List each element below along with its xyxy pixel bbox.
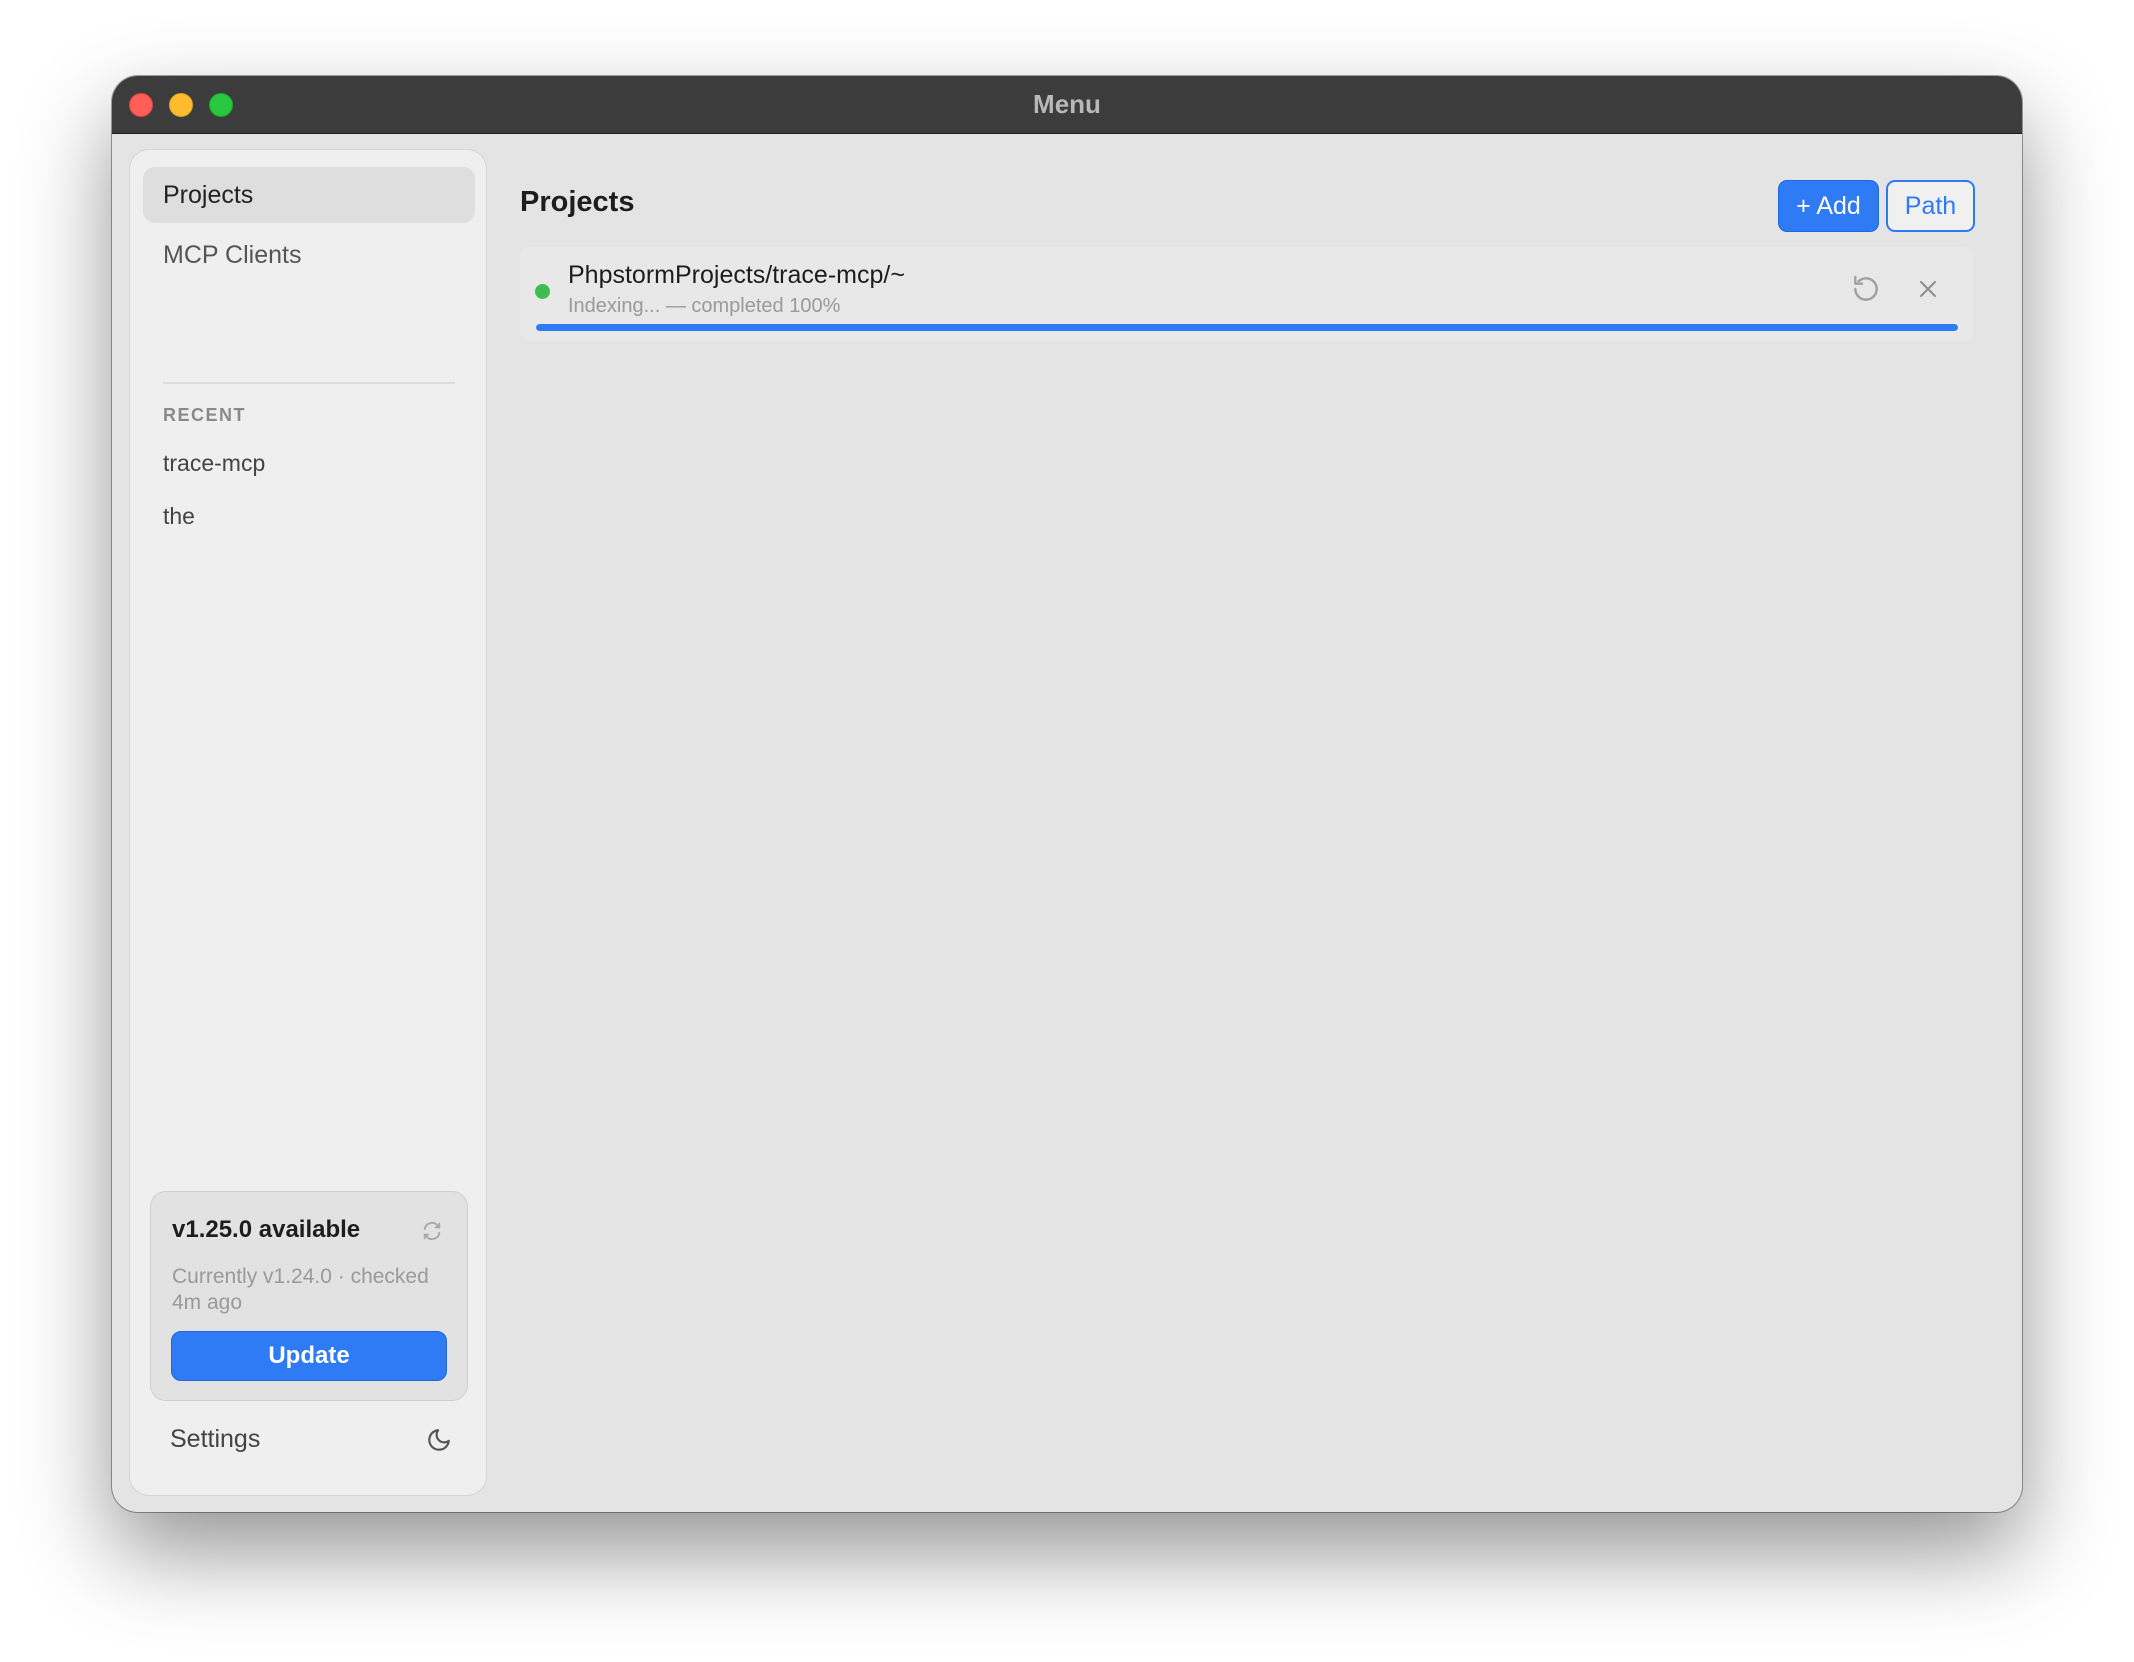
window-title: Menu xyxy=(1033,89,1101,119)
reindex-icon[interactable] xyxy=(1850,273,1882,305)
update-card: v1.25.0 available Currently v1.24.0 · ch… xyxy=(150,1191,468,1401)
recent-item-the[interactable]: the xyxy=(163,503,195,530)
progress-fill xyxy=(536,324,1958,331)
sidebar-item-label: MCP Clients xyxy=(163,241,302,269)
app-window: Menu Projects MCP Clients RECENT trace-m… xyxy=(112,76,2022,1512)
status-indicator xyxy=(535,284,550,299)
project-row[interactable]: PhpstormProjects/trace-mcp/~ Indexing...… xyxy=(520,247,1974,341)
title-bar: Menu xyxy=(112,76,2022,134)
path-button[interactable]: Path xyxy=(1886,180,1975,232)
add-project-button[interactable]: + Add xyxy=(1778,180,1879,232)
sidebar-divider xyxy=(163,382,455,384)
project-name: PhpstormProjects/trace-mcp/~ xyxy=(568,261,905,289)
settings-label: Settings xyxy=(170,1425,261,1453)
sidebar-item-mcp-clients[interactable]: MCP Clients xyxy=(143,227,475,283)
sidebar: Projects MCP Clients RECENT trace-mcp th… xyxy=(129,149,487,1496)
recent-section-label: RECENT xyxy=(163,405,247,425)
recent-item-trace-mcp[interactable]: trace-mcp xyxy=(163,450,265,477)
update-subtitle: Currently v1.24.0 · checked 4m ago xyxy=(172,1265,429,1314)
update-button[interactable]: Update xyxy=(171,1331,447,1381)
sidebar-item-projects[interactable]: Projects xyxy=(143,167,475,223)
update-title: v1.25.0 available xyxy=(172,1216,361,1243)
moon-icon[interactable] xyxy=(426,1427,452,1453)
progress-bar xyxy=(536,324,1958,331)
close-icon[interactable] xyxy=(1916,277,1940,301)
page-title: Projects xyxy=(520,186,635,218)
settings-row[interactable]: Settings xyxy=(150,1421,468,1461)
sidebar-item-label: Projects xyxy=(163,181,254,209)
refresh-icon[interactable] xyxy=(421,1220,443,1242)
project-status: Indexing... — completed 100% xyxy=(568,295,841,317)
